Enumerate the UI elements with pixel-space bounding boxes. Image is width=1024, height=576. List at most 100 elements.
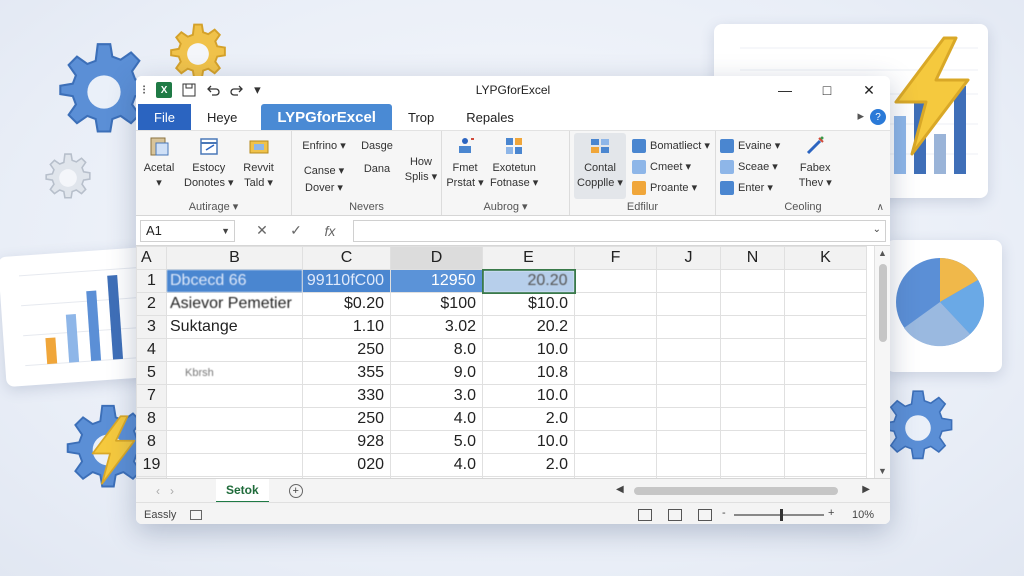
grid-cell[interactable] <box>574 292 657 316</box>
grid-cell[interactable]: 10.0 <box>482 338 575 362</box>
grid-cell[interactable]: Suktange <box>166 315 303 339</box>
column-header-k[interactable]: K <box>784 246 867 270</box>
expand-formula-icon[interactable]: ⌄ <box>873 224 881 235</box>
help-icon[interactable]: ? <box>870 109 886 125</box>
formula-input[interactable]: ⌄ <box>353 219 886 242</box>
grid-cell[interactable] <box>720 361 785 385</box>
grid-cell[interactable]: 250 <box>302 338 391 362</box>
grid-cell[interactable] <box>784 338 867 362</box>
redo-icon[interactable] <box>230 83 244 97</box>
grid-cell[interactable]: 928 <box>302 430 391 454</box>
grid-cell[interactable]: $0.20 <box>302 292 391 316</box>
grid-cell[interactable]: 8.0 <box>390 338 483 362</box>
exotetun-button[interactable]: Exotetun Fotnase ▾ <box>490 133 538 199</box>
grid-cell[interactable]: 5.0 <box>390 430 483 454</box>
column-header-b[interactable]: B <box>166 246 303 270</box>
evaine-button[interactable]: Evaine ▾ <box>720 135 780 156</box>
enfrino-button[interactable]: Enfrino ▾ Canse ▾ Dover ▾ <box>296 133 352 199</box>
grid-cell[interactable] <box>166 384 303 408</box>
save-icon[interactable] <box>182 83 196 97</box>
grid-cell[interactable]: 10.0 <box>482 384 575 408</box>
grid-cell[interactable] <box>574 338 657 362</box>
grid-cell[interactable] <box>720 453 785 477</box>
column-header-j[interactable]: J <box>656 246 721 270</box>
revvit-button[interactable]: Revvit Tald ▾ <box>240 133 278 199</box>
grid-cell[interactable]: 020 <box>302 453 391 477</box>
grid-cell[interactable] <box>656 361 721 385</box>
grid-cell[interactable]: 2.0 <box>482 407 575 431</box>
how-button[interactable]: How Splis ▾ <box>402 133 440 199</box>
grid-cell[interactable]: 250 <box>302 407 391 431</box>
grid-cell[interactable]: 20.20 <box>481 268 576 294</box>
hscroll-thumb[interactable] <box>634 487 838 495</box>
grid-cell[interactable]: $10.0 <box>482 292 575 316</box>
grid-cell[interactable] <box>656 453 721 477</box>
bomatliect-button[interactable]: Bomatliect ▾ <box>632 135 710 156</box>
column-header-a[interactable]: A <box>136 246 167 270</box>
grid-cell[interactable] <box>166 338 303 362</box>
grid-cell[interactable] <box>656 269 721 293</box>
tab-repales[interactable]: Repales <box>450 104 530 130</box>
grid-cell[interactable]: 3.0 <box>390 384 483 408</box>
row-header[interactable]: 8 <box>136 430 167 454</box>
grid-cell[interactable] <box>656 384 721 408</box>
acetal-button[interactable]: Acetal ▾ <box>140 133 178 199</box>
enter-formula-button[interactable]: ✓ <box>279 222 313 239</box>
grid-cell[interactable]: 10.0 <box>482 430 575 454</box>
column-header-f[interactable]: F <box>574 246 657 270</box>
zoom-out-button[interactable]: - <box>722 507 726 519</box>
column-header-e[interactable]: E <box>482 246 575 270</box>
tab-file[interactable]: File <box>138 104 191 130</box>
grid-cell[interactable]: 12950 <box>390 269 483 293</box>
insert-function-button[interactable]: fx <box>313 223 347 239</box>
fabex-button[interactable]: Fabex Thev ▾ <box>796 133 834 199</box>
fmet-button[interactable]: Fmet Prstat ▾ <box>446 133 484 199</box>
grid-cell[interactable] <box>720 430 785 454</box>
row-header[interactable]: 8 <box>136 407 167 431</box>
direction-icon[interactable]: ▸ <box>857 108 864 124</box>
grid-cell[interactable] <box>656 338 721 362</box>
close-button[interactable]: ✕ <box>848 76 890 104</box>
grid-cell[interactable]: 3.02 <box>390 315 483 339</box>
contal-button[interactable]: Contal Copplle ▾ <box>574 133 626 199</box>
horizontal-scrollbar[interactable]: ◀ ▶ <box>612 484 874 497</box>
grid-cell[interactable] <box>166 453 303 477</box>
grid-cell[interactable]: 99110fC00 <box>302 269 391 293</box>
grid-cell[interactable] <box>720 269 785 293</box>
estocy-button[interactable]: Estocy Donotes ▾ <box>184 133 234 199</box>
name-box[interactable]: A1 ▼ <box>140 219 235 242</box>
grid-cell[interactable] <box>720 292 785 316</box>
grid-cell[interactable]: 20.2 <box>482 315 575 339</box>
grid-cell[interactable] <box>784 361 867 385</box>
collapse-ribbon-icon[interactable]: ∧ <box>877 202 884 213</box>
maximize-button[interactable]: □ <box>806 76 848 104</box>
grid-cell[interactable]: 9.0 <box>390 361 483 385</box>
grid-cell[interactable] <box>656 407 721 431</box>
scroll-left-icon[interactable]: ◀ <box>616 484 624 495</box>
grid-cell[interactable] <box>656 315 721 339</box>
undo-icon[interactable] <box>206 83 220 97</box>
grid-cell[interactable] <box>166 407 303 431</box>
grid-cell[interactable] <box>574 361 657 385</box>
more-options-icon[interactable]: ⁝ <box>142 82 146 98</box>
column-header-c[interactable]: C <box>302 246 391 270</box>
accessibility-icon[interactable] <box>190 509 203 520</box>
column-header-d[interactable]: D <box>390 246 483 270</box>
customize-qat-icon[interactable]: ▾ <box>254 82 261 98</box>
grid-cell[interactable]: $100 <box>390 292 483 316</box>
zoom-level[interactable]: 10% <box>852 509 874 521</box>
normal-view-icon[interactable] <box>638 508 652 521</box>
grid-cell[interactable] <box>656 430 721 454</box>
sheet-nav-arrows[interactable]: ‹ › <box>136 484 216 498</box>
row-header[interactable]: 7 <box>136 384 167 408</box>
grid-cell[interactable] <box>784 407 867 431</box>
row-header[interactable]: 1 <box>136 269 167 293</box>
grid-cell[interactable]: 4.0 <box>390 453 483 477</box>
grid-cell[interactable] <box>656 292 721 316</box>
grid-cell[interactable]: Dbcecd 66 <box>166 269 303 293</box>
sceae-button[interactable]: Sceae ▾ <box>720 156 780 177</box>
grid-cell[interactable]: 355 <box>302 361 391 385</box>
grid-cell[interactable]: 4.0 <box>390 407 483 431</box>
tab-trop[interactable]: Trop <box>392 104 450 130</box>
row-header[interactable]: 19 <box>136 453 167 477</box>
